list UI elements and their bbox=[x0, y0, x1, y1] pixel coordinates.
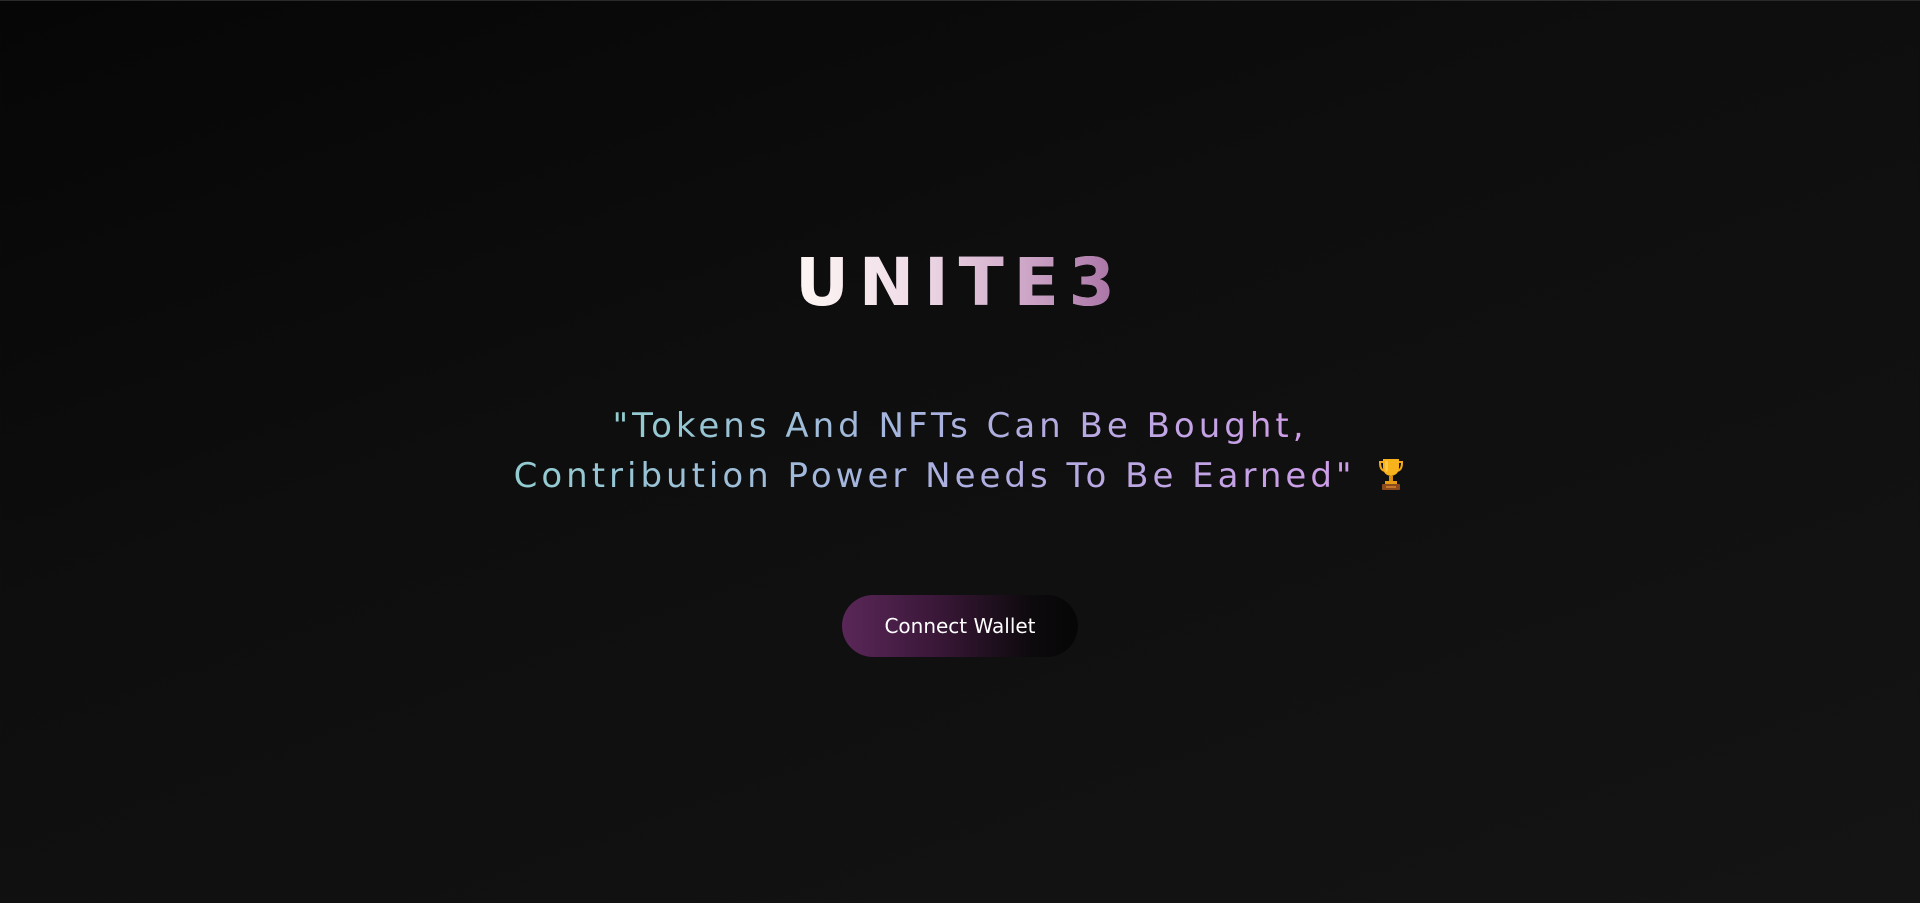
tagline-line-1-text: "Tokens And NFTs Can Be Bought, bbox=[612, 406, 1308, 446]
brand-title: UNITE3 bbox=[0, 237, 1920, 329]
tagline: "Tokens And NFTs Can Be Bought, Contribu… bbox=[0, 401, 1920, 501]
trophy-icon bbox=[1379, 459, 1404, 490]
tagline-line-1: "Tokens And NFTs Can Be Bought, bbox=[0, 401, 1920, 451]
brand-title-text: UNITE3 bbox=[795, 237, 1124, 329]
connect-wallet-button[interactable]: Connect Wallet bbox=[842, 595, 1078, 657]
hero-section: UNITE3 "Tokens And NFTs Can Be Bought, C… bbox=[0, 1, 1920, 903]
tagline-line-2-text: Contribution Power Needs To Be Earned" bbox=[513, 456, 1356, 496]
tagline-line-2: Contribution Power Needs To Be Earned" bbox=[0, 451, 1920, 501]
